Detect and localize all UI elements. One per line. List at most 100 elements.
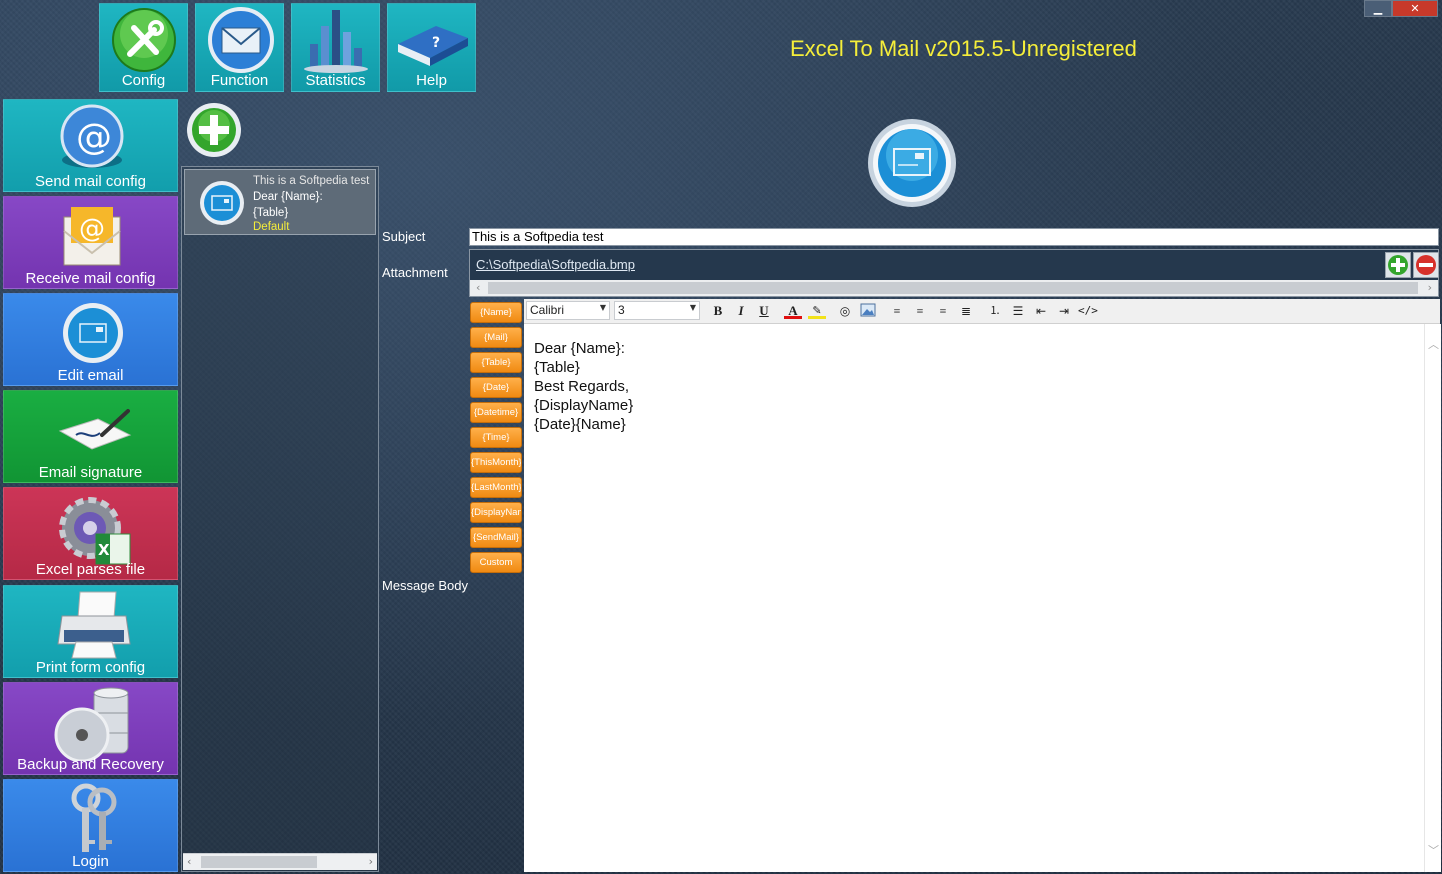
database-icon (54, 687, 129, 761)
tag-button-lastmonth[interactable]: {LastMonth} (470, 477, 522, 498)
minus-circle-icon (1416, 255, 1436, 275)
sidebar-item-label: Login (72, 853, 109, 870)
plus-circle-icon (1388, 255, 1408, 275)
align-center-icon[interactable]: ≡ (911, 303, 929, 319)
config-label: Config (121, 72, 166, 89)
scroll-up-icon[interactable]: ︿ (1428, 336, 1439, 352)
help-tile[interactable]: ? Help (387, 3, 476, 92)
function-tile[interactable]: Function (195, 3, 284, 92)
italic-icon[interactable]: I (732, 303, 750, 319)
excel-gear-icon: X (59, 497, 131, 565)
sidebar-item-label: Send mail config (35, 173, 146, 190)
tag-button-name[interactable]: {Name} (470, 302, 522, 323)
minimize-icon: ▁ (1373, 2, 1383, 15)
horizontal-scrollbar[interactable]: ‹ › (183, 853, 377, 870)
tag-button-datetime[interactable]: {Datetime} (470, 402, 522, 423)
send-mail-button[interactable] (866, 117, 958, 209)
editor-vertical-scrollbar[interactable]: ︿ ﹀ (1424, 324, 1441, 872)
outdent-icon[interactable]: ⇤ (1032, 303, 1050, 319)
scroll-right-icon[interactable]: › (1428, 280, 1432, 296)
app-title: Excel To Mail v2015.5-Unregistered (790, 36, 1137, 61)
scrollbar-thumb[interactable] (201, 856, 317, 868)
tag-button-displayname[interactable]: {DisplayName} (470, 502, 522, 523)
add-template-button[interactable] (186, 102, 242, 158)
printer-icon (57, 591, 131, 659)
tag-button-sendmail[interactable]: {SendMail} (470, 527, 522, 548)
chevron-down-icon: ▼ (599, 303, 606, 312)
bar-chart-icon (304, 10, 368, 73)
image-icon[interactable] (859, 303, 877, 319)
align-left-icon[interactable]: ≡ (888, 303, 906, 319)
tag-button-mail[interactable]: {Mail} (470, 327, 522, 348)
scroll-down-icon[interactable]: ﹀ (1428, 842, 1439, 858)
size-select-value: 3 (618, 303, 625, 317)
font-color-icon[interactable]: A (784, 303, 802, 319)
sidebar-item-login[interactable]: Login (3, 779, 178, 872)
indent-icon[interactable]: ⇥ (1055, 303, 1073, 319)
size-select[interactable]: 3 ▼ (614, 301, 700, 320)
scroll-left-icon[interactable]: ‹ (476, 280, 480, 296)
message-line: {Table} (534, 359, 580, 376)
template-list[interactable]: This is a Softpedia test Dear {Name}: {T… (181, 166, 379, 872)
sidebar-item-edit-email[interactable]: Edit email (3, 293, 178, 386)
tag-button-thismonth[interactable]: {ThisMonth} (470, 452, 522, 473)
tag-button-custom[interactable]: Custom (470, 552, 522, 573)
minimize-button[interactable]: ▁ (1364, 0, 1392, 17)
sidebar-item-backup-and-recovery[interactable]: Backup and Recovery (3, 682, 178, 775)
sidebar-item-label: Receive mail config (25, 270, 156, 287)
scrollbar-thumb[interactable] (488, 282, 1418, 294)
message-body-label: Message Body (382, 578, 468, 593)
svg-text:?: ? (432, 35, 440, 51)
message-line: {Date}{Name} (534, 416, 626, 433)
sidebar-item-label: Edit email (57, 367, 124, 384)
send-mail-icon (868, 119, 956, 207)
edit-mail-icon (63, 303, 123, 363)
template-line: {Table} (253, 207, 289, 219)
numbered-list-icon[interactable]: ⒈ (986, 303, 1004, 319)
underline-icon[interactable]: U (755, 303, 773, 319)
book-icon: ? (398, 26, 468, 66)
wrench-icon (112, 8, 176, 72)
scroll-left-icon[interactable]: ‹ (187, 854, 191, 870)
font-select-value: Calibri (530, 303, 565, 317)
statistics-label: Statistics (305, 72, 366, 89)
subject-input[interactable]: This is a Softpedia test (469, 228, 1439, 246)
tag-button-table[interactable]: {Table} (470, 352, 522, 373)
svg-text:@: @ (76, 117, 112, 158)
svg-text:@: @ (79, 214, 105, 244)
statistics-tile[interactable]: Statistics (291, 3, 380, 92)
attachment-link[interactable]: C:\Softpedia\Softpedia.bmp (476, 257, 635, 272)
link-icon[interactable]: ◎ (836, 303, 854, 319)
font-select[interactable]: Calibri ▼ (526, 301, 610, 320)
remove-attachment-button[interactable] (1413, 252, 1439, 278)
tag-button-time[interactable]: {Time} (470, 427, 522, 448)
template-default-badge: Default (253, 221, 290, 233)
sidebar-item-receive-mail-config[interactable]: @ Receive mail config (3, 196, 178, 289)
bullet-list-icon[interactable]: ☰ (1009, 303, 1027, 319)
align-right-icon[interactable]: ≡ (934, 303, 952, 319)
sidebar-item-label: Print form config (35, 659, 146, 676)
scroll-right-icon[interactable]: › (369, 854, 373, 870)
sidebar-item-send-mail-config[interactable]: @ Send mail config (3, 99, 178, 192)
attachment-scrollbar[interactable]: ‹ › (470, 280, 1438, 296)
attachment-list[interactable]: C:\Softpedia\Softpedia.bmp ‹ › (469, 249, 1439, 297)
sidebar-item-label: Email signature (38, 464, 143, 481)
highlight-icon[interactable]: ✎ (808, 303, 826, 319)
message-body-editor[interactable]: Dear {Name}: {Table} Best Regards, {Disp… (524, 324, 1424, 872)
html-source-icon[interactable]: </> (1078, 303, 1098, 319)
close-icon: ✕ (1410, 2, 1420, 15)
sidebar-item-excel-parses-file[interactable]: X Excel parses file (3, 487, 178, 580)
at-icon: @ (60, 104, 124, 168)
sidebar-item-print-form-config[interactable]: Print form config (3, 585, 178, 678)
bold-icon[interactable]: B (709, 303, 727, 319)
attachment-label: Attachment (382, 265, 448, 280)
close-button[interactable]: ✕ (1392, 0, 1438, 17)
tag-button-date[interactable]: {Date} (470, 377, 522, 398)
config-tile[interactable]: Config (99, 3, 188, 92)
sidebar-item-email-signature[interactable]: Email signature (3, 390, 178, 483)
message-line: Best Regards, (534, 378, 630, 395)
message-line: {DisplayName} (534, 397, 634, 414)
template-item[interactable]: This is a Softpedia test Dear {Name}: {T… (184, 169, 376, 235)
align-justify-icon[interactable]: ≣ (957, 303, 975, 319)
add-attachment-button[interactable] (1385, 252, 1411, 278)
